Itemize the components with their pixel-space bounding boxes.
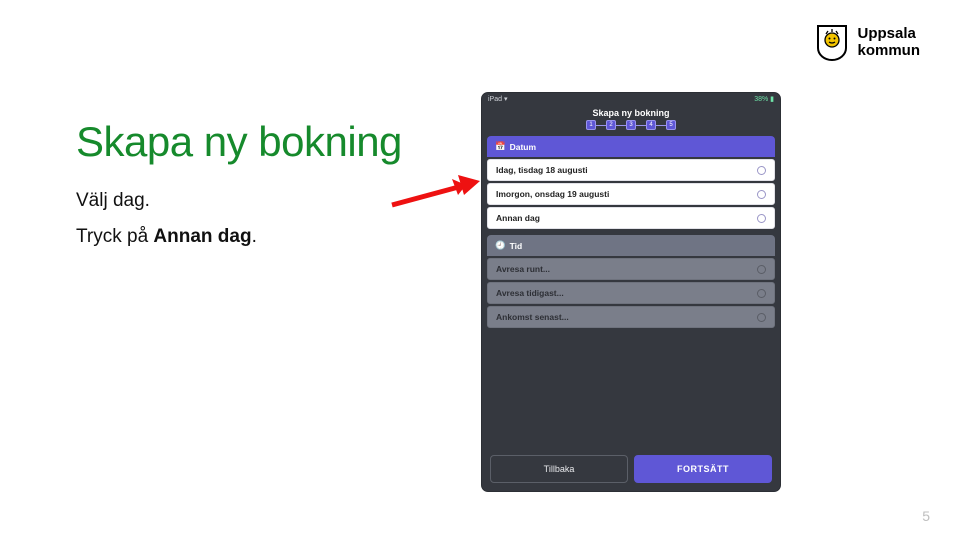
- instruction-bold: Annan dag: [153, 226, 251, 247]
- radio-icon: [757, 190, 766, 199]
- instruction-line-2: Tryck på Annan dag.: [76, 226, 257, 248]
- step-2: 2: [606, 120, 616, 130]
- step-4: 4: [646, 120, 656, 130]
- continue-button[interactable]: FORTSÄTT: [634, 455, 772, 483]
- clock-icon: 🕘: [495, 240, 506, 251]
- date-option-today[interactable]: Idag, tisdag 18 augusti: [487, 159, 775, 181]
- step-5: 5: [666, 120, 676, 130]
- pointer-arrow-icon: [388, 175, 488, 211]
- radio-icon: [757, 313, 766, 322]
- logo-text-line1: Uppsala: [857, 25, 920, 42]
- time-option-arrive-latest[interactable]: Ankomst senast...: [487, 306, 775, 328]
- page-title: Skapa ny bokning: [76, 118, 402, 166]
- instruction-prefix: Tryck på: [76, 226, 153, 247]
- page-number: 5: [922, 508, 930, 524]
- back-button[interactable]: Tillbaka: [490, 455, 628, 483]
- time-option-depart-earliest[interactable]: Avresa tidigast...: [487, 282, 775, 304]
- phone-footer: Tillbaka FORTSÄTT: [482, 455, 780, 483]
- date-option-other[interactable]: Annan dag: [487, 207, 775, 229]
- step-1: 1: [586, 120, 596, 130]
- option-label: Avresa tidigast...: [496, 288, 564, 298]
- status-bar: iPad ▾ 38% ▮: [482, 93, 780, 105]
- uppsala-crest-icon: [815, 22, 849, 62]
- radio-icon: [757, 289, 766, 298]
- section-header-time: 🕘 Tid: [487, 235, 775, 256]
- logo-text-line2: kommun: [857, 42, 920, 59]
- step-3: 3: [626, 120, 636, 130]
- radio-icon: [757, 265, 766, 274]
- instruction-suffix: .: [252, 226, 257, 247]
- phone-screenshot: iPad ▾ 38% ▮ Skapa ny bokning 1 2 3 4 5 …: [481, 92, 781, 492]
- calendar-icon: 📅: [495, 141, 506, 152]
- option-label: Imorgon, onsdag 19 augusti: [496, 189, 609, 199]
- step-connector: [596, 125, 606, 126]
- step-connector: [656, 125, 666, 126]
- progress-stepper: 1 2 3 4 5: [482, 120, 780, 136]
- slide: Uppsala kommun Skapa ny bokning Välj dag…: [0, 0, 960, 540]
- status-left: iPad ▾: [488, 95, 507, 103]
- step-connector: [636, 125, 646, 126]
- date-option-tomorrow[interactable]: Imorgon, onsdag 19 augusti: [487, 183, 775, 205]
- logo-text: Uppsala kommun: [857, 25, 920, 59]
- section-date-label: Datum: [510, 142, 536, 152]
- step-connector: [616, 125, 626, 126]
- option-label: Avresa runt...: [496, 264, 550, 274]
- section-time-label: Tid: [510, 241, 523, 251]
- option-label: Ankomst senast...: [496, 312, 569, 322]
- screen-title: Skapa ny bokning: [482, 105, 780, 120]
- option-label: Annan dag: [496, 213, 540, 223]
- time-option-depart-around[interactable]: Avresa runt...: [487, 258, 775, 280]
- radio-icon: [757, 166, 766, 175]
- status-right: 38% ▮: [754, 95, 774, 103]
- instruction-line-1: Välj dag.: [76, 190, 150, 212]
- section-header-date: 📅 Datum: [487, 136, 775, 157]
- radio-icon: [757, 214, 766, 223]
- option-label: Idag, tisdag 18 augusti: [496, 165, 588, 175]
- uppsala-kommun-logo: Uppsala kommun: [815, 22, 920, 62]
